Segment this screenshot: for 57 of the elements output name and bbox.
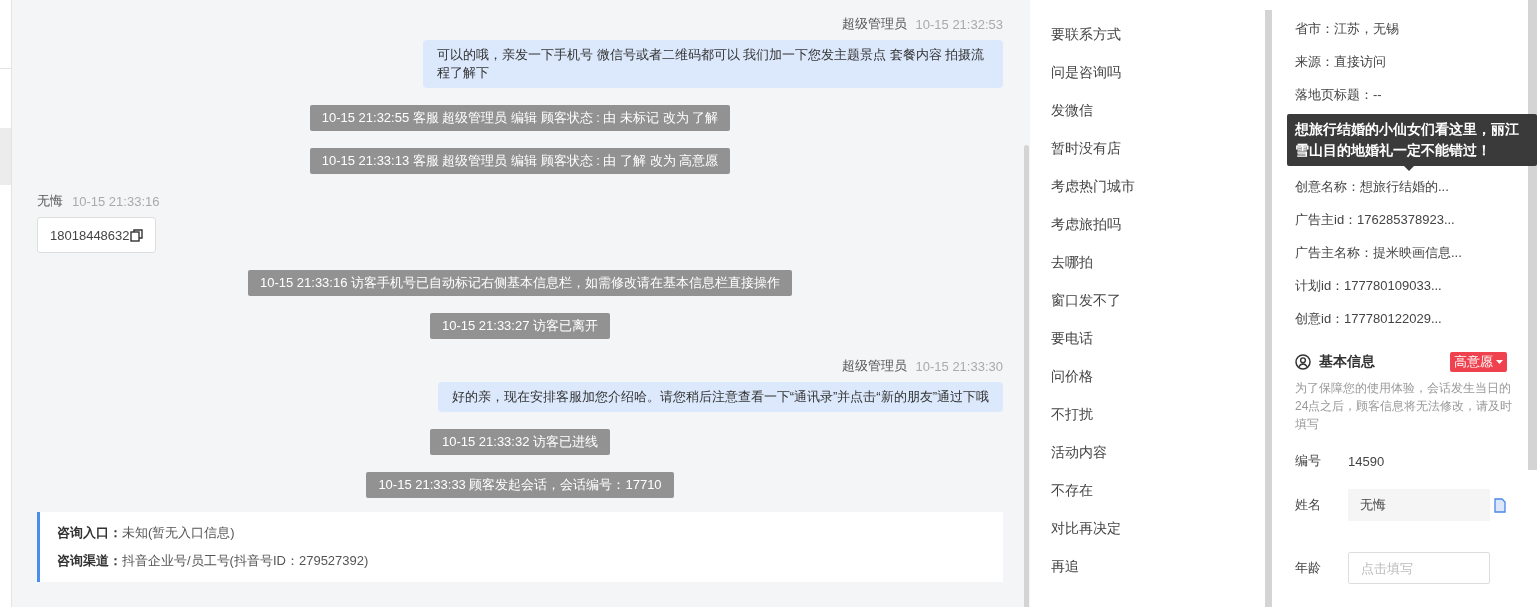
system-notice: 10-15 21:33:16 访客手机号已自动标记右侧基本信息栏，如需修改请在基本信息栏直接操作	[247, 270, 793, 296]
message-bubble: 18018448632	[37, 217, 156, 253]
caret-icon	[1496, 360, 1503, 364]
message-time: 10-15 21:33:30	[915, 358, 1003, 374]
entry-line: 咨询入口：未知(暂无入口信息)	[57, 524, 236, 542]
info-row: 落地页标题：--	[1295, 87, 1382, 102]
scrollbar[interactable]	[1024, 145, 1029, 607]
system-notice: 10-15 21:32:55 客服 超级管理员 编辑 顾客状态 : 由 未标记 改为 了解	[309, 105, 731, 131]
info-row: 广告主名称：提米映画信息...	[1295, 245, 1462, 260]
user-icon	[1295, 354, 1311, 370]
status-dropdown[interactable]: 高意愿	[1450, 352, 1507, 372]
info-row: 创意名称：想旅行结婚的...	[1295, 179, 1449, 194]
field-label: 年龄	[1295, 559, 1322, 577]
message-time: 10-15 21:33:16	[72, 193, 160, 209]
copy-icon[interactable]	[129, 228, 143, 242]
info-row: 计划id：177780109033...	[1295, 278, 1442, 293]
quick-reply-item[interactable]: 不存在	[1051, 482, 1093, 500]
sender-name: 超级管理员	[841, 15, 907, 33]
info-row: 省市：江苏，无锡	[1295, 21, 1399, 36]
quick-reply-item[interactable]: 考虑热门城市	[1051, 178, 1135, 196]
quick-reply-item[interactable]: 活动内容	[1051, 444, 1107, 462]
age-field[interactable]: 点击填写	[1348, 552, 1490, 584]
info-row: 来源：直接访问	[1295, 54, 1386, 69]
quick-reply-item[interactable]: 要联系方式	[1051, 26, 1121, 44]
message-bubble: 可以的哦，亲发一下手机号 微信号或者二维码都可以 我们加一下您发主题景点 套餐内容 拍摄流程了解下	[423, 40, 1003, 88]
system-notice: 10-15 21:33:33 顾客发起会话，会话编号：17710	[366, 472, 674, 498]
info-row: 广告主id：176285378923...	[1295, 212, 1455, 227]
quick-reply-item[interactable]: 暂时没有店	[1051, 140, 1121, 158]
quick-reply-item[interactable]: 窗口发不了	[1051, 292, 1121, 310]
quick-reply-item[interactable]: 考虑旅拍吗	[1051, 216, 1121, 234]
message-bubble: 好的亲，现在安排客服加您介绍哈。请您稍后注意查看一下“通讯录”并点击“新的朋友”通过下哦	[437, 382, 1003, 412]
system-notice: 10-15 21:33:27 访客已离开	[429, 313, 611, 339]
sender-name: 超级管理员	[841, 357, 907, 375]
quick-reply-item[interactable]: 问价格	[1051, 368, 1093, 386]
quick-reply-item[interactable]: 发微信	[1051, 102, 1093, 120]
field-label: 姓名	[1295, 496, 1322, 514]
field-label: 编号	[1295, 452, 1322, 470]
field-value: 14590	[1348, 452, 1385, 471]
scrollbar[interactable]	[1265, 10, 1272, 607]
quick-reply-item[interactable]: 问是咨询吗	[1051, 64, 1121, 82]
system-notice: 10-15 21:33:32 访客已进线	[429, 429, 611, 455]
name-field[interactable]: 无悔	[1348, 489, 1490, 521]
notice-text: 为了保障您的使用体验，会话发生当日的24点之后，顾客信息将无法修改，请及时填写	[1295, 380, 1514, 433]
tooltip: 想旅行结婚的小仙女们看这里，丽江雪山目的地婚礼一定不能错过！	[1287, 114, 1537, 166]
quick-reply-item[interactable]: 要电话	[1051, 330, 1093, 348]
quick-reply-item[interactable]: 去哪拍	[1051, 254, 1093, 272]
tooltip-arrow	[1404, 166, 1414, 171]
quick-reply-item[interactable]: 对比再决定	[1051, 520, 1121, 538]
message-time: 10-15 21:32:53	[915, 16, 1003, 32]
quick-reply-item[interactable]: 不打扰	[1051, 406, 1093, 424]
info-row: 创意id：177780122029...	[1295, 311, 1442, 326]
scrollbar[interactable]	[1528, 0, 1537, 470]
entry-line: 咨询渠道：抖音企业号/员工号(抖音号ID：279527392)	[57, 552, 370, 570]
quick-reply-item[interactable]: 再追	[1051, 558, 1079, 576]
system-notice: 10-15 21:33:13 客服 超级管理员 编辑 顾客状态 : 由 了解 改为 高意愿	[309, 148, 731, 174]
section-title: 基本信息	[1319, 353, 1375, 371]
sender-name: 无悔	[37, 192, 63, 210]
